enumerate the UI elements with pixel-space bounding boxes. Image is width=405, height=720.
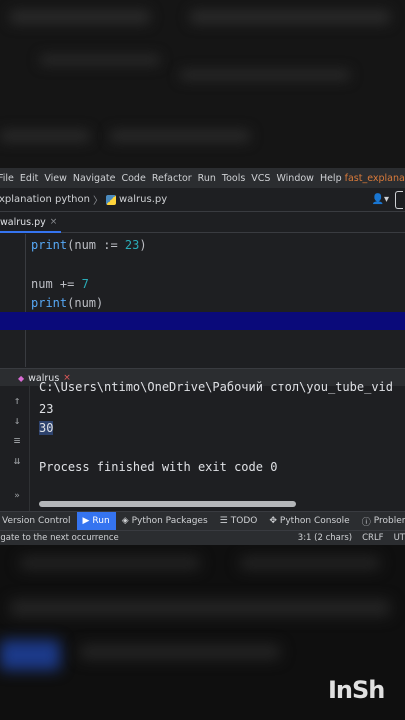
close-icon[interactable]: × [50, 217, 58, 227]
toolwindow-run[interactable]: ▶ Run [76, 511, 116, 531]
breadcrumb-project[interactable]: xplanation python [0, 194, 90, 205]
run-console[interactable]: ↑ ↓ ≡ ⇊ » C:\Users\ntimo\OneDrive\Рабочи… [0, 380, 405, 511]
console-exit-message: Process finished with exit code 0 [39, 460, 278, 474]
gutter-divider [25, 234, 26, 367]
code-line-3: print(num) [31, 296, 104, 310]
menu-help[interactable]: Help [317, 173, 345, 184]
list-icon: ☰ [219, 516, 228, 526]
project-name: fast_explanation [344, 172, 405, 184]
toolwindow-label: Run [92, 516, 110, 526]
menu-window[interactable]: Window [273, 173, 316, 184]
toolwindow-label: TODO [230, 516, 258, 526]
toolwindow-version-control[interactable]: Version Control [0, 512, 77, 531]
navigation-bar: xplanation python 〉 walrus.py 👤▾ [0, 188, 405, 212]
info-icon: ⓘ [361, 517, 371, 528]
caret-position[interactable]: 3:1 (2 chars) [298, 533, 352, 543]
user-menu-icon[interactable]: 👤▾ [372, 194, 389, 205]
console-command-path: C:\Users\ntimo\OneDrive\Рабочий стол\you… [39, 380, 394, 394]
menu-refactor[interactable]: Refactor [149, 173, 195, 184]
status-bar: igate to the next occurrence 3:1 (2 char… [0, 530, 405, 545]
code-line-2: num += 7 [31, 277, 89, 291]
menu-code[interactable]: Code [118, 173, 148, 184]
code-editor[interactable]: print(num := 23) num += 7 print(num) [0, 234, 405, 367]
toolwindow-python-console[interactable]: ✥ Python Console [263, 512, 355, 531]
toolwindow-todo[interactable]: ☰ TODO [214, 512, 264, 531]
menu-bar: File Edit View Navigate Code Refactor Ru… [0, 168, 405, 188]
file-encoding[interactable]: UT [394, 533, 405, 543]
menu-vcs[interactable]: VCS [248, 173, 273, 184]
toolwindow-label: Python Packages [131, 516, 208, 526]
menu-run[interactable]: Run [195, 173, 219, 184]
soft-wrap-icon[interactable]: ≡ [10, 434, 24, 447]
menu-tools[interactable]: Tools [219, 173, 248, 184]
console-side-toolbar: ↑ ↓ ≡ ⇊ » [0, 386, 30, 511]
arrow-down-icon[interactable]: ↓ [10, 414, 24, 427]
python-file-icon [105, 194, 116, 205]
console-output-2: 30 [39, 421, 54, 435]
line-separator[interactable]: CRLF [362, 533, 383, 543]
more-icon[interactable]: » [10, 491, 24, 501]
menu-view[interactable]: View [41, 173, 70, 184]
run-config-button[interactable] [395, 190, 403, 209]
scroll-to-end-icon[interactable]: ⇊ [10, 454, 24, 467]
layers-icon: ◈ [121, 516, 129, 526]
ide-window: File Edit View Navigate Code Refactor Ru… [0, 168, 405, 545]
run-config-icon: ◆ [18, 373, 25, 383]
python-icon: ✥ [269, 516, 277, 526]
arrow-up-icon[interactable]: ↑ [10, 394, 24, 407]
watermark-logo: InSh [328, 676, 385, 704]
current-line-highlight [0, 312, 405, 330]
menu-file[interactable]: File [0, 173, 17, 184]
tool-window-bar: Version Control ▶ Run ◈ Python Packages … [0, 511, 405, 531]
blurred-background-top [0, 0, 405, 168]
chevron-right-icon: 〉 [92, 196, 103, 207]
toolwindow-label: Problems [373, 516, 405, 526]
toolwindow-problems[interactable]: ⓘ Problems [356, 512, 405, 531]
code-line-1: print(num := 23) [31, 238, 147, 252]
toolwindow-python-packages[interactable]: ◈ Python Packages [116, 512, 214, 531]
play-icon: ▶ [82, 516, 90, 526]
menu-edit[interactable]: Edit [17, 173, 41, 184]
toolwindow-label: Python Console [279, 516, 350, 526]
breadcrumb-file[interactable]: walrus.py [119, 194, 167, 205]
console-output-1: 23 [39, 402, 54, 416]
tab-label: walrus.py [0, 216, 46, 228]
tab-walrus-py[interactable]: walrus.py × [0, 213, 62, 233]
status-message: igate to the next occurrence [0, 533, 119, 543]
toolwindow-label: Version Control [2, 516, 71, 526]
menu-navigate[interactable]: Navigate [70, 173, 119, 184]
horizontal-scrollbar[interactable] [39, 501, 296, 507]
editor-tab-bar: walrus.py × [0, 213, 405, 233]
